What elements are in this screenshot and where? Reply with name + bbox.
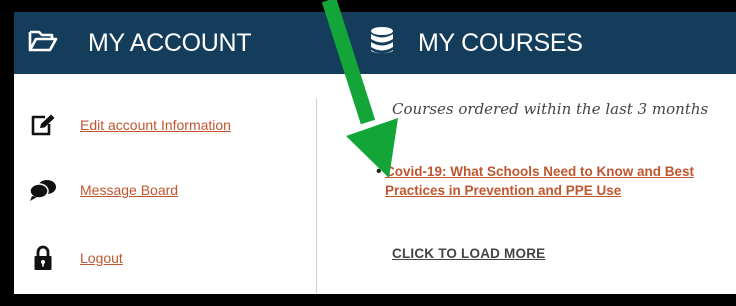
- account-header-bar: MY ACCOUNT MY COURSES: [14, 12, 736, 74]
- folder-open-icon: [28, 29, 58, 58]
- account-item-logout[interactable]: Logout: [28, 243, 123, 273]
- edit-account-link[interactable]: Edit account Information: [80, 117, 231, 133]
- my-courses-heading: MY COURSES: [370, 12, 583, 74]
- lock-icon: [28, 243, 58, 273]
- load-more-link[interactable]: CLICK TO LOAD MORE: [392, 246, 545, 261]
- edit-icon: [28, 110, 58, 140]
- account-item-edit[interactable]: Edit account Information: [28, 110, 231, 140]
- logout-link[interactable]: Logout: [80, 250, 123, 266]
- database-icon: [370, 26, 394, 61]
- message-board-link[interactable]: Message Board: [80, 182, 178, 198]
- list-item: • Covid-19: What Schools Need to Know an…: [376, 162, 736, 200]
- column-divider: [316, 98, 317, 294]
- course-link[interactable]: Covid-19: What Schools Need to Know and …: [385, 162, 736, 200]
- account-item-message-board[interactable]: Message Board: [28, 175, 178, 205]
- bullet: •: [376, 163, 382, 180]
- my-account-label: MY ACCOUNT: [88, 28, 252, 57]
- screenshot-frame: MY ACCOUNT MY COURSES Edit account Infor…: [0, 0, 736, 306]
- courses-intro-text: Courses ordered within the last 3 months: [392, 100, 709, 118]
- course-list: • Covid-19: What Schools Need to Know an…: [376, 162, 736, 200]
- comments-icon: [28, 175, 58, 205]
- my-courses-label: MY COURSES: [418, 28, 583, 57]
- my-account-heading: MY ACCOUNT: [28, 12, 252, 74]
- content-panel: Edit account Information Message Board L…: [14, 74, 736, 294]
